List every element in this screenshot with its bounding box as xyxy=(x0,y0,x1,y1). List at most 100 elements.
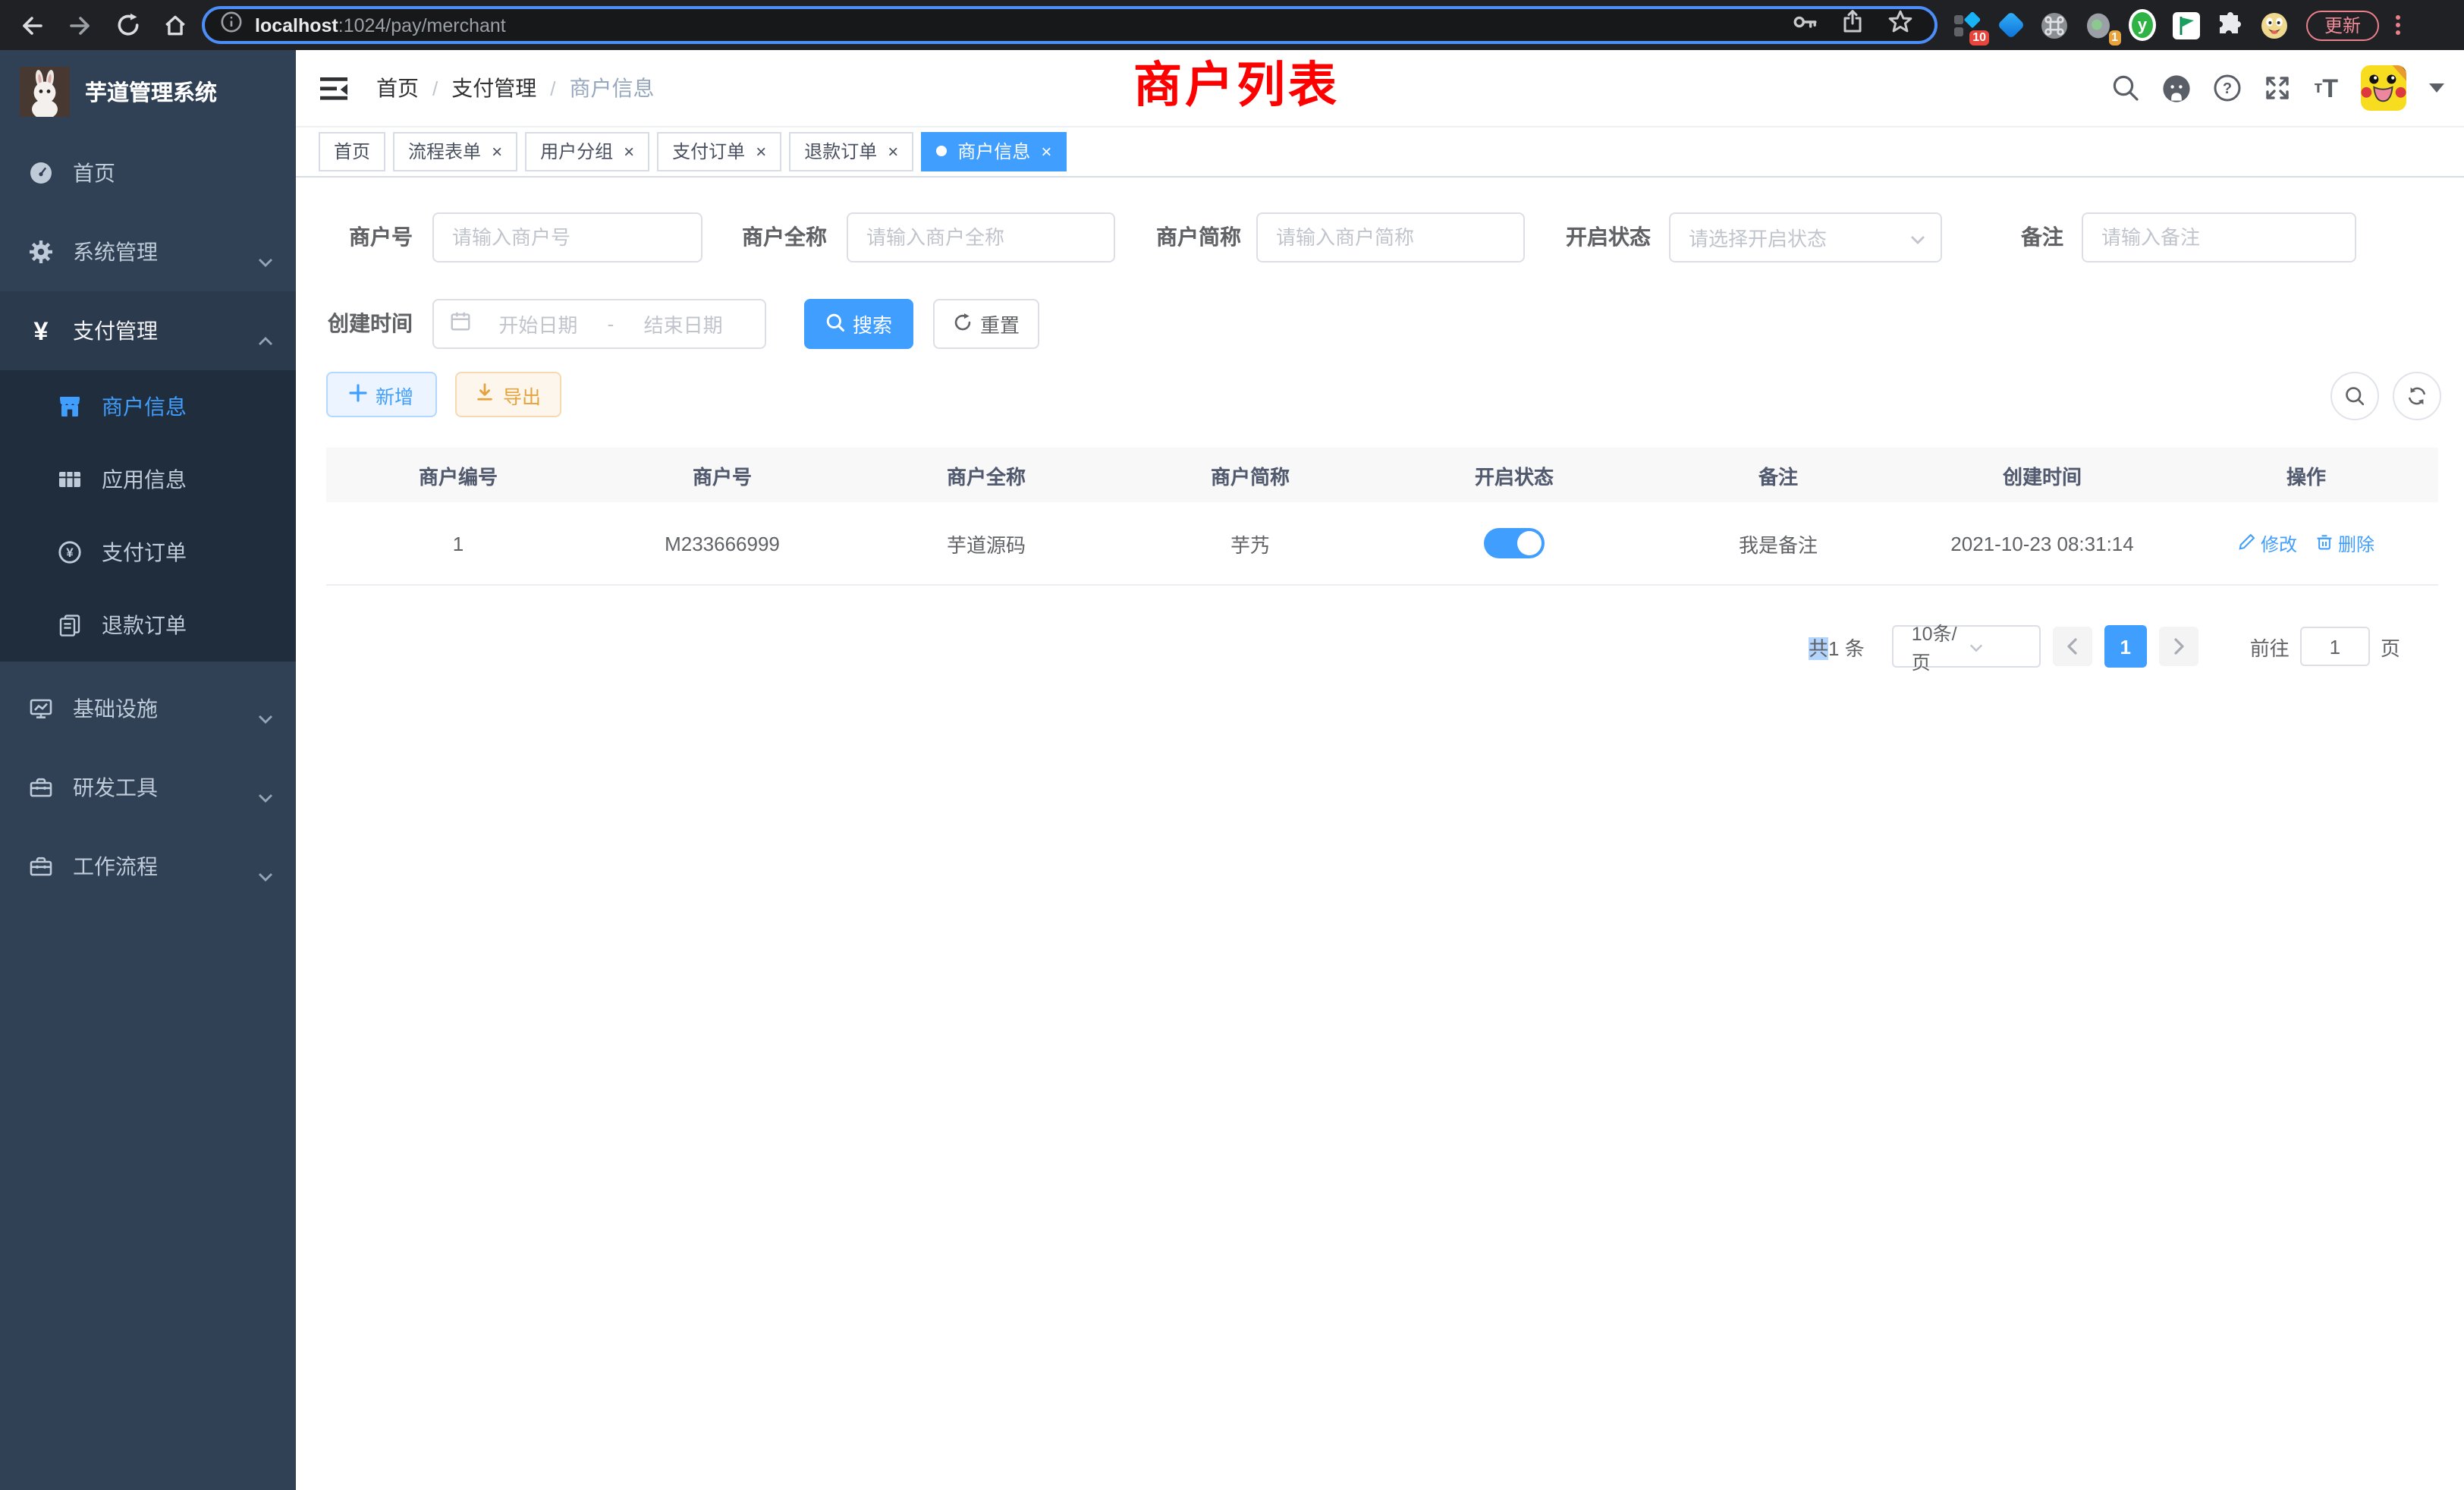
extension-badge: 10 xyxy=(1969,30,1989,45)
user-avatar[interactable] xyxy=(2361,65,2406,111)
breadcrumb-payment[interactable]: 支付管理 xyxy=(451,73,536,103)
site-info-icon[interactable] xyxy=(220,10,243,40)
edit-pen-icon xyxy=(2238,532,2256,555)
search-icon xyxy=(825,312,845,336)
reset-button[interactable]: 重置 xyxy=(933,299,1039,349)
sidebar-item-workflow[interactable]: 工作流程 xyxy=(0,827,296,906)
sidebar-item-system[interactable]: 系统管理 xyxy=(0,212,296,291)
app-logo[interactable]: 芋道管理系统 xyxy=(0,50,296,134)
toggle-knob xyxy=(1517,531,1542,555)
monitor-chart-icon xyxy=(29,696,53,721)
font-size-icon[interactable]: тT xyxy=(2314,75,2338,101)
edit-link[interactable]: 修改 xyxy=(2238,530,2297,556)
header-search-icon[interactable] xyxy=(2112,74,2139,102)
password-key-icon[interactable] xyxy=(1792,8,1818,42)
col-header: 开启状态 xyxy=(1382,461,1646,489)
sidebar-collapse-icon[interactable] xyxy=(320,75,350,101)
address-bar[interactable]: localhost:1024/pay/merchant xyxy=(202,6,1938,44)
table-header-row: 商户编号 商户号 商户全称 商户简称 开启状态 备注 创建时间 操作 xyxy=(326,448,2438,504)
merchant-name-label: 商户全称 xyxy=(731,212,827,262)
avatar-dropdown-caret[interactable] xyxy=(2429,83,2444,93)
cell-merchant-no: M233666999 xyxy=(590,532,854,555)
tab-refund-order[interactable]: 退款订单× xyxy=(789,131,913,171)
sidebar-item-dev-tools[interactable]: 研发工具 xyxy=(0,748,296,827)
sidebar-item-app-info[interactable]: 应用信息 xyxy=(0,443,296,516)
goto-page-input[interactable] xyxy=(2300,627,2370,666)
cell-merchant-id: 1 xyxy=(326,532,590,555)
extension-kite-icon[interactable] xyxy=(1997,11,2024,39)
active-tab-dot xyxy=(936,146,947,156)
download-icon xyxy=(476,382,495,407)
breadcrumb-home[interactable]: 首页 xyxy=(376,73,419,103)
sidebar-item-refund-order[interactable]: 退款订单 xyxy=(0,589,296,662)
col-header: 创建时间 xyxy=(1910,461,2174,489)
sidebar: 芋道管理系统 首页 系统管理 ¥ 支付管理 商户信息 xyxy=(0,50,296,1490)
merchant-no-input[interactable] xyxy=(432,212,702,262)
extension-recorder-icon[interactable]: 1 xyxy=(2085,11,2112,39)
tags-view-bar: 首页 流程表单× 用户分组× 支付订单× 退款订单× 商户信息× xyxy=(296,126,2464,178)
profile-emoji-icon[interactable] xyxy=(2261,11,2288,39)
bookmark-star-icon[interactable] xyxy=(1887,8,1913,42)
pagination: 共1 条 10条/页 1 前往 页 xyxy=(1809,625,2400,668)
fullscreen-icon[interactable] xyxy=(2264,74,2291,102)
tab-process-form[interactable]: 流程表单× xyxy=(393,131,517,171)
search-button[interactable]: 搜索 xyxy=(804,299,913,349)
back-icon[interactable] xyxy=(18,13,46,37)
browser-update-button[interactable]: 更新 xyxy=(2306,10,2379,40)
extensions-puzzle-icon[interactable] xyxy=(2217,11,2244,39)
next-page-button[interactable] xyxy=(2159,627,2198,666)
extension-y-icon[interactable]: y xyxy=(2129,11,2156,39)
close-icon[interactable]: × xyxy=(888,142,898,160)
home-icon[interactable] xyxy=(162,12,188,38)
date-range-picker[interactable]: 开始日期 - 结束日期 xyxy=(432,299,766,349)
document-icon xyxy=(58,613,82,637)
date-end-placeholder: 结束日期 xyxy=(617,310,750,338)
merchant-short-input[interactable] xyxy=(1256,212,1525,262)
chevron-down-icon xyxy=(1910,224,1925,251)
tab-home[interactable]: 首页 xyxy=(319,131,385,171)
export-button[interactable]: 导出 xyxy=(455,372,561,417)
main-content: 首页 / 支付管理 / 商户信息 ? тT 商户列表 首页 流程表单× 用户分组… xyxy=(296,50,2464,1490)
extension-flag-icon[interactable] xyxy=(2173,11,2200,39)
shop-icon xyxy=(58,395,82,419)
browser-toolbar: localhost:1024/pay/merchant 10 1 y 更新 xyxy=(0,0,2464,50)
col-header: 备注 xyxy=(1646,461,1910,489)
help-icon[interactable]: ? xyxy=(2214,74,2241,102)
yen-circle-icon: ¥ xyxy=(58,540,82,564)
browser-menu-icon[interactable] xyxy=(2393,12,2403,38)
sidebar-item-pay-order[interactable]: ¥ 支付订单 xyxy=(0,516,296,589)
chevron-down-icon xyxy=(258,783,273,810)
sidebar-item-merchant-info[interactable]: 商户信息 xyxy=(0,370,296,443)
remark-input[interactable] xyxy=(2082,212,2356,262)
close-icon[interactable]: × xyxy=(492,142,502,160)
table-search-toggle-button[interactable] xyxy=(2330,372,2379,420)
delete-link[interactable]: 删除 xyxy=(2315,530,2374,556)
forward-icon[interactable] xyxy=(67,13,94,37)
plus-icon xyxy=(350,383,368,406)
extension-command-icon[interactable] xyxy=(2041,11,2068,39)
col-header: 操作 xyxy=(2174,461,2438,489)
prev-page-button[interactable] xyxy=(2053,627,2092,666)
reload-icon[interactable] xyxy=(115,12,141,38)
table-refresh-button[interactable] xyxy=(2393,372,2441,420)
sidebar-item-payment[interactable]: ¥ 支付管理 xyxy=(0,291,296,370)
close-icon[interactable]: × xyxy=(756,142,766,160)
merchant-name-input[interactable] xyxy=(847,212,1115,262)
share-icon[interactable] xyxy=(1840,9,1865,41)
sidebar-item-home[interactable]: 首页 xyxy=(0,134,296,212)
page-number-button[interactable]: 1 xyxy=(2104,625,2147,668)
github-icon[interactable] xyxy=(2162,74,2191,102)
sidebar-item-infrastructure[interactable]: 基础设施 xyxy=(0,669,296,748)
svg-text:¥: ¥ xyxy=(66,545,74,560)
status-toggle[interactable] xyxy=(1484,528,1545,558)
add-button[interactable]: 新增 xyxy=(326,372,437,417)
tab-pay-order[interactable]: 支付订单× xyxy=(657,131,781,171)
screen: localhost:1024/pay/merchant 10 1 y 更新 xyxy=(0,0,2464,1490)
tab-merchant-info[interactable]: 商户信息× xyxy=(921,131,1067,171)
close-icon[interactable]: × xyxy=(624,142,634,160)
status-select[interactable]: 请选择开启状态 xyxy=(1669,212,1942,262)
page-size-select[interactable]: 10条/页 xyxy=(1892,625,2041,668)
extension-grid-icon[interactable]: 10 xyxy=(1953,11,1980,39)
tab-user-group[interactable]: 用户分组× xyxy=(525,131,649,171)
close-icon[interactable]: × xyxy=(1041,142,1051,160)
